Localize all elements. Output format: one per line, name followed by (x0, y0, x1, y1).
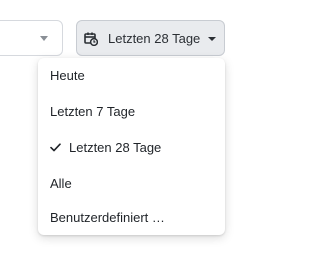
chevron-down-icon (40, 36, 48, 41)
date-range-button[interactable]: Letzten 28 Tage (76, 20, 225, 56)
menu-item-custom[interactable]: Benutzerdefiniert … (38, 203, 225, 233)
menu-item-label: Letzten 7 Tage (50, 104, 136, 119)
menu-item-label: Letzten 28 Tage (69, 140, 162, 155)
menu-item-last-7-days[interactable]: Letzten 7 Tage (38, 97, 225, 127)
calendar-clock-icon (84, 32, 98, 46)
menu-item-today[interactable]: Heute (38, 61, 225, 91)
filter-select[interactable] (0, 20, 63, 56)
date-range-label: Letzten 28 Tage (108, 31, 201, 46)
date-range-menu: Heute Letzten 7 Tage Letzten 28 Tage All… (38, 58, 225, 235)
menu-item-label: Heute (50, 68, 85, 83)
menu-item-last-28-days[interactable]: Letzten 28 Tage (38, 133, 225, 163)
menu-item-label: Alle (50, 176, 72, 191)
checkmark-icon (50, 143, 61, 152)
menu-item-label: Benutzerdefiniert … (50, 210, 165, 225)
toolbar-area: Letzten 28 Tage Heute Letzten 7 Tage Let… (0, 0, 246, 272)
menu-item-all[interactable]: Alle (38, 169, 225, 199)
caret-down-icon (208, 37, 216, 41)
